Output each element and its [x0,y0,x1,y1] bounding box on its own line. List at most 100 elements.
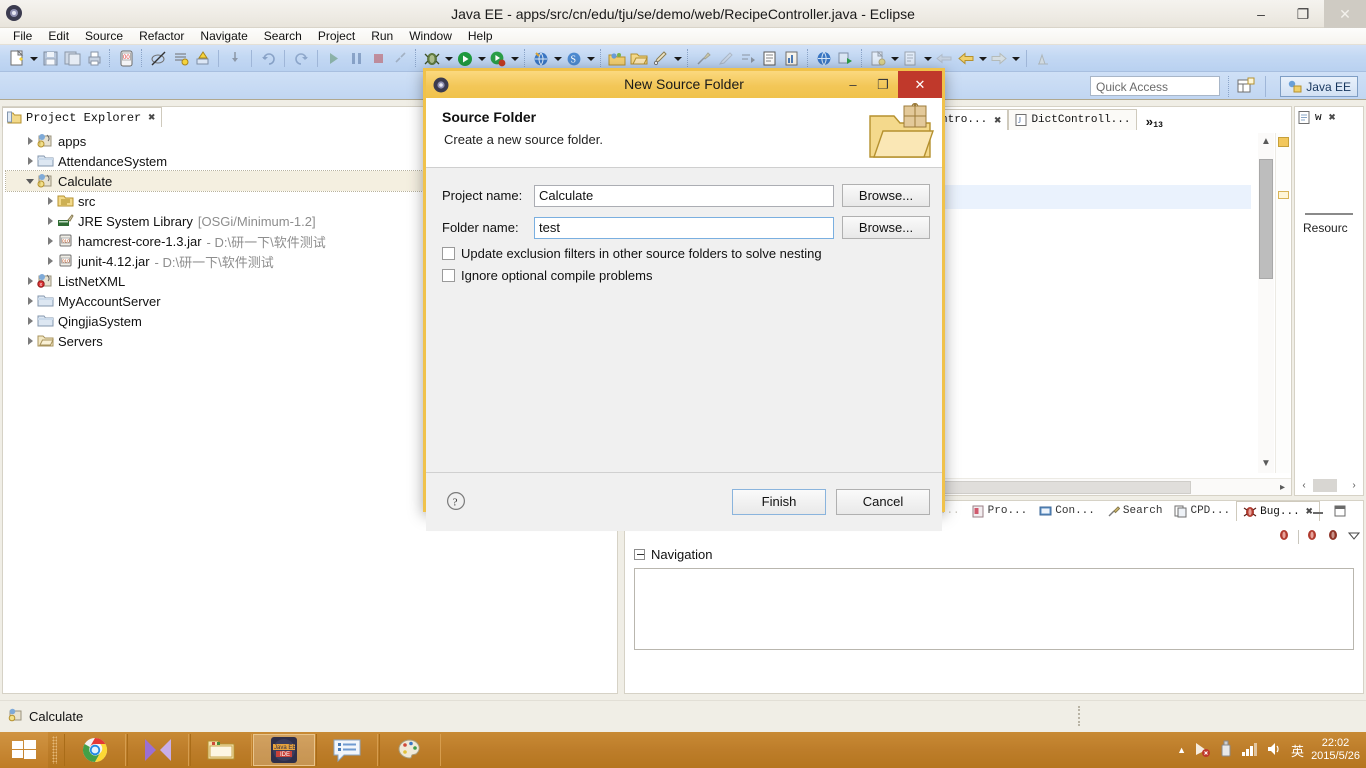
cancel-button[interactable]: Cancel [836,489,930,515]
menu-item-window[interactable]: Window [401,28,460,45]
dialog-minimize-button[interactable]: – [838,71,868,98]
twisty-icon[interactable] [24,151,37,171]
marker-icon[interactable] [1278,137,1289,147]
back-arrow-icon[interactable] [956,48,976,69]
twisty-icon[interactable] [24,171,37,191]
twisty-icon[interactable] [44,211,57,231]
menu-item-help[interactable]: Help [460,28,501,45]
menu-item-run[interactable]: Run [363,28,401,45]
window-minimize-button[interactable]: – [1240,0,1282,28]
open-perspective-icon[interactable] [1236,77,1256,96]
new-wizard-icon[interactable] [7,48,27,69]
scrollbar-thumb[interactable] [1313,479,1337,492]
terminate-icon[interactable] [368,48,388,69]
new-java-project-icon[interactable] [607,48,627,69]
navigation-content-box[interactable] [634,568,1354,650]
tab-search[interactable]: Search [1101,501,1169,521]
tab-project-explorer[interactable]: Project Explorer ✖ [2,107,163,127]
dialog-maximize-button[interactable]: ❐ [868,71,898,98]
show-hidden-icons-button[interactable]: ▲ [1177,745,1186,755]
close-icon[interactable]: ✖ [1329,110,1336,125]
save-all-icon[interactable] [62,48,82,69]
signal-strength-icon[interactable] [1241,741,1259,760]
toggle-mark-occurrences-icon[interactable] [1033,48,1053,69]
servlet-dropdown-arrow[interactable] [922,48,933,69]
disconnect-icon[interactable] [390,48,410,69]
tab-bugs[interactable]: Bug... ✖ [1236,501,1320,521]
tab-cpd[interactable]: CPD... [1168,501,1236,521]
profile-dropdown-arrow[interactable] [585,48,596,69]
external-tools-dropdown-arrow[interactable] [509,48,520,69]
quick-access-input[interactable]: Quick Access [1090,76,1220,96]
open-task-icon[interactable] [782,48,802,69]
open-type-icon[interactable] [760,48,780,69]
skip-breakpoints-icon[interactable] [148,48,168,69]
scroll-up-icon[interactable]: ▲ [1258,133,1274,151]
navigation-section-header[interactable]: Navigation [634,547,712,562]
undo-icon[interactable] [258,48,278,69]
taskbar-item-notes[interactable] [316,734,378,766]
run-external-tools-icon[interactable] [488,48,508,69]
folder-name-input[interactable] [534,216,834,239]
editor-overview-ruler[interactable] [1275,133,1290,473]
profile-icon[interactable]: S [564,48,584,69]
ime-indicator[interactable]: 英 [1291,741,1304,760]
server-dropdown-arrow[interactable] [552,48,563,69]
menu-item-refactor[interactable]: Refactor [131,28,192,45]
resume-icon[interactable] [324,48,344,69]
status-resize-grip[interactable] [1078,706,1081,726]
panel-maximize-button[interactable] [1332,503,1348,519]
scroll-down-icon[interactable]: ▼ [1258,455,1274,473]
ignore-optional-compile-problems-row[interactable]: Ignore optional compile problems [442,268,653,283]
annotation-dropdown-arrow[interactable] [672,48,683,69]
close-icon[interactable]: ✖ [994,113,1001,128]
bug-filter-icon[interactable] [1277,528,1292,545]
twisty-icon[interactable] [24,331,37,351]
twisty-icon[interactable] [44,231,57,251]
project-browse-button[interactable]: Browse... [842,184,930,207]
collapse-icon[interactable] [634,549,645,560]
save-icon[interactable] [40,48,60,69]
bug-refresh-icon[interactable] [1305,528,1320,545]
panel-minimize-button[interactable] [1310,503,1326,519]
menu-item-navigate[interactable]: Navigate [192,28,255,45]
project-name-input[interactable] [534,184,834,207]
volume-icon[interactable] [1266,741,1284,760]
twisty-icon[interactable] [24,131,37,151]
web-browser-icon[interactable] [814,48,834,69]
taskbar-item-paint[interactable] [379,734,441,766]
suspend-icon[interactable] [346,48,366,69]
open-folder-icon[interactable] [629,48,649,69]
forward-dropdown-arrow[interactable] [1010,48,1021,69]
network-icon[interactable] [1193,740,1211,761]
dialog-close-button[interactable]: ✕ [898,71,942,98]
flash-drive-icon[interactable] [1218,740,1234,761]
menu-item-project[interactable]: Project [310,28,363,45]
debug-dropdown-arrow[interactable] [443,48,454,69]
new-class-icon[interactable] [170,48,190,69]
taskbar-item-file-explorer[interactable] [190,734,252,766]
editor-tab-recipe-controller[interactable]: ntro... ✖ [934,109,1009,130]
taskbar-item-chrome[interactable] [64,734,126,766]
scroll-right-icon[interactable]: ▸ [1275,480,1290,495]
new-servlet-icon[interactable] [901,48,921,69]
jsp-dropdown-arrow[interactable] [889,48,900,69]
twisty-icon[interactable] [24,311,37,331]
search-icon[interactable] [694,48,714,69]
menu-item-file[interactable]: File [5,28,40,45]
update-exclusion-filters-row[interactable]: Update exclusion filters in other source… [442,246,822,261]
perspective-java-ee-button[interactable]: Java EE [1280,76,1358,97]
outline-horizontal-scrollbar[interactable]: ‹ › [1297,478,1361,493]
taskbar-grip[interactable] [52,736,57,764]
close-icon[interactable]: ✖ [148,110,155,125]
menu-item-edit[interactable]: Edit [40,28,77,45]
taskbar-clock[interactable]: 22:02 2015/5/26 [1311,737,1360,763]
menu-item-source[interactable]: Source [77,28,131,45]
twisty-icon[interactable] [24,291,37,311]
tab-console[interactable]: Con... [1033,501,1101,521]
twisty-icon[interactable] [44,251,57,271]
redo-icon[interactable] [291,48,311,69]
new-java-package-icon[interactable] [192,48,212,69]
help-icon[interactable]: ? [446,491,466,511]
run-on-server-icon[interactable] [531,48,551,69]
